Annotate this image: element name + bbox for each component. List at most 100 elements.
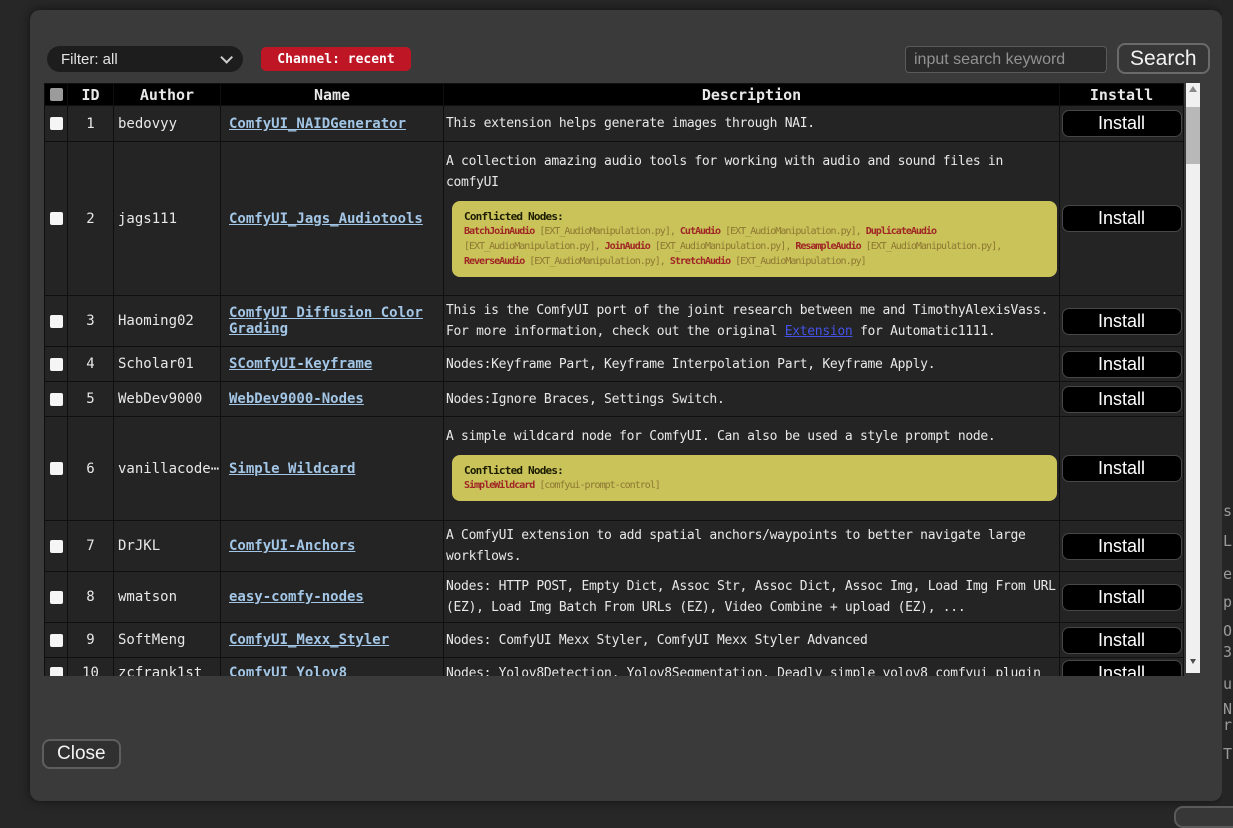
table-row: 6vanillacode⋯Simple WildcardA simple wil…: [45, 417, 1184, 521]
background-partial-button[interactable]: [1174, 806, 1233, 828]
row-select-cell: [45, 417, 68, 521]
background-text-fragment: u: [1223, 675, 1232, 693]
row-install-cell: Install: [1060, 142, 1184, 296]
scroll-down-arrow-icon[interactable]: [1190, 659, 1196, 664]
extension-name-link[interactable]: easy-comfy-nodes: [229, 589, 364, 605]
row-description: A ComfyUI extension to add spatial ancho…: [444, 521, 1060, 572]
install-button[interactable]: Install: [1062, 308, 1182, 335]
row-id: 7: [68, 521, 114, 572]
extension-name-link[interactable]: ComfyUI_Jags_Audiotools: [229, 211, 423, 227]
row-id: 1: [68, 106, 114, 142]
row-install-cell: Install: [1060, 347, 1184, 382]
row-name-cell: Simple Wildcard: [221, 417, 444, 521]
extension-name-link[interactable]: SComfyUI-Keyframe: [229, 356, 372, 372]
scroll-up-arrow-icon[interactable]: [1189, 86, 1197, 92]
extension-name-link[interactable]: ComfyUI_NAIDGenerator: [229, 116, 406, 132]
extension-name-link[interactable]: ComfyUI Diffusion Color Grading: [229, 305, 423, 337]
row-author: jags111: [114, 142, 221, 296]
row-checkbox[interactable]: [50, 393, 63, 406]
table-row: 1bedovyyComfyUI_NAIDGeneratorThis extens…: [45, 106, 1184, 142]
install-button[interactable]: Install: [1062, 110, 1182, 137]
row-description: Nodes: Yolov8Detection, Yolov8Segmentati…: [444, 658, 1060, 677]
row-name-cell: ComfyUI Diffusion Color Grading: [221, 296, 444, 347]
scrollbar-thumb[interactable]: [1186, 107, 1200, 164]
close-button[interactable]: Close: [42, 739, 121, 769]
install-custom-nodes-dialog: Filter: all Channel: recent Search ID Au…: [30, 10, 1222, 801]
row-author: DrJKL: [114, 521, 221, 572]
row-install-cell: Install: [1060, 623, 1184, 658]
row-checkbox[interactable]: [50, 667, 63, 677]
table-row: 9SoftMengComfyUI_Mexx_StylerNodes: Comfy…: [45, 623, 1184, 658]
row-checkbox[interactable]: [50, 358, 63, 371]
install-button[interactable]: Install: [1062, 627, 1182, 654]
row-name-cell: WebDev9000-Nodes: [221, 382, 444, 417]
extension-name-link[interactable]: Simple Wildcard: [229, 461, 355, 477]
filter-select[interactable]: Filter: all: [47, 46, 243, 72]
search-input[interactable]: [905, 46, 1107, 73]
row-checkbox[interactable]: [50, 212, 63, 225]
table-row: 3Haoming02ComfyUI Diffusion Color Gradin…: [45, 296, 1184, 347]
background-window-edge: sLepO3uNrT: [1222, 0, 1233, 815]
install-button[interactable]: Install: [1062, 351, 1182, 378]
row-name-cell: ComfyUI_NAIDGenerator: [221, 106, 444, 142]
row-checkbox[interactable]: [50, 462, 63, 475]
table-row: 7DrJKL ComfyUI-Anchors A ComfyUI extension…: [45, 521, 1184, 572]
row-author: zcfrank1st: [114, 658, 221, 677]
channel-badge[interactable]: Channel: recent: [261, 47, 411, 71]
extension-name-link[interactable]: ComfyUI-Anchors: [229, 538, 355, 554]
row-description: Nodes:Ignore Braces, Settings Switch.: [444, 382, 1060, 417]
row-description: A collection amazing audio tools for wor…: [444, 142, 1060, 296]
select-all-checkbox[interactable]: [50, 88, 63, 101]
row-checkbox[interactable]: [50, 634, 63, 647]
row-description: Nodes: HTTP POST, Empty Dict, Assoc Str,…: [444, 572, 1060, 623]
table-row: 5WebDev9000WebDev9000-NodesNodes:Ignore …: [45, 382, 1184, 417]
filter-select-label: Filter: all: [61, 51, 118, 68]
install-button[interactable]: Install: [1062, 455, 1182, 482]
row-description: This is the ComfyUI port of the joint re…: [444, 296, 1060, 347]
row-author: wmatson: [114, 572, 221, 623]
row-description: A simple wildcard node for ComfyUI. Can …: [444, 417, 1060, 521]
row-checkbox[interactable]: [50, 117, 63, 130]
install-button[interactable]: Install: [1062, 660, 1182, 677]
row-name-cell: ComfyUI Yolov8: [221, 658, 444, 677]
install-button[interactable]: Install: [1062, 533, 1182, 560]
description-link[interactable]: Extension: [785, 324, 853, 339]
column-header-id: ID: [68, 84, 114, 106]
row-install-cell: Install: [1060, 521, 1184, 572]
row-id: 2: [68, 142, 114, 296]
row-id: 4: [68, 347, 114, 382]
install-button[interactable]: Install: [1062, 584, 1182, 611]
row-checkbox[interactable]: [50, 591, 63, 604]
column-header-author: Author: [114, 84, 221, 106]
row-author: Scholar01: [114, 347, 221, 382]
row-id: 5: [68, 382, 114, 417]
table-row: 8wmatsoneasy-comfy-nodesNodes: HTTP POST…: [45, 572, 1184, 623]
column-header-install: Install: [1060, 84, 1184, 106]
extension-table-viewport: ID Author Name Description Install 1bedo…: [44, 83, 1200, 676]
search-button[interactable]: Search: [1117, 43, 1210, 74]
extension-name-link[interactable]: WebDev9000-Nodes: [229, 391, 364, 407]
row-id: 6: [68, 417, 114, 521]
extension-name-link[interactable]: ComfyUI_Mexx_Styler: [229, 632, 389, 648]
row-install-cell: Install: [1060, 658, 1184, 677]
row-description: Nodes: ComfyUI Mexx Styler, ComfyUI Mexx…: [444, 623, 1060, 658]
install-button[interactable]: Install: [1062, 386, 1182, 413]
row-author: Haoming02: [114, 296, 221, 347]
extension-name-link[interactable]: ComfyUI Yolov8: [229, 665, 347, 676]
column-header-description: Description: [444, 84, 1060, 106]
row-id: 3: [68, 296, 114, 347]
row-install-cell: Install: [1060, 296, 1184, 347]
table-header-row: ID Author Name Description Install: [45, 84, 1184, 106]
table-row: 4Scholar01SComfyUI-KeyframeNodes:Keyfram…: [45, 347, 1184, 382]
chevron-down-icon: [220, 51, 233, 64]
install-button[interactable]: Install: [1062, 205, 1182, 232]
background-text-fragment: L: [1223, 532, 1232, 550]
row-checkbox[interactable]: [50, 315, 63, 328]
row-install-cell: Install: [1060, 572, 1184, 623]
row-checkbox[interactable]: [50, 540, 63, 553]
table-scrollbar[interactable]: [1186, 83, 1200, 673]
row-select-cell: [45, 142, 68, 296]
row-name-cell: SComfyUI-Keyframe: [221, 347, 444, 382]
row-author: SoftMeng: [114, 623, 221, 658]
row-select-cell: [45, 382, 68, 417]
